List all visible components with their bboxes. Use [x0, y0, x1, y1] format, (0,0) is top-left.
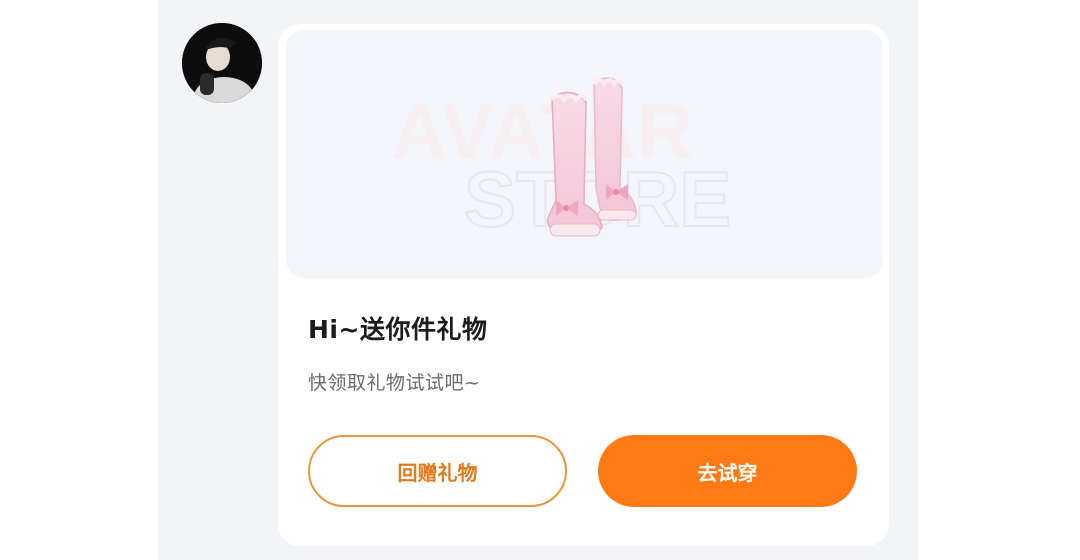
pink-boots-item-icon	[546, 77, 637, 237]
sender-avatar[interactable]	[182, 23, 262, 103]
gift-subtitle: 快领取礼物试试吧~	[308, 372, 481, 394]
return-gift-button[interactable]: 回赠礼物	[308, 435, 567, 507]
gift-title: Hi~送你件礼物	[308, 315, 488, 344]
chat-page: AVATAR STORE	[0, 0, 1080, 560]
gift-message-card[interactable]: AVATAR STORE	[278, 24, 889, 546]
try-on-button[interactable]: 去试穿	[598, 435, 857, 507]
user-avatar-icon	[182, 23, 262, 103]
gift-preview: AVATAR STORE	[286, 30, 883, 278]
